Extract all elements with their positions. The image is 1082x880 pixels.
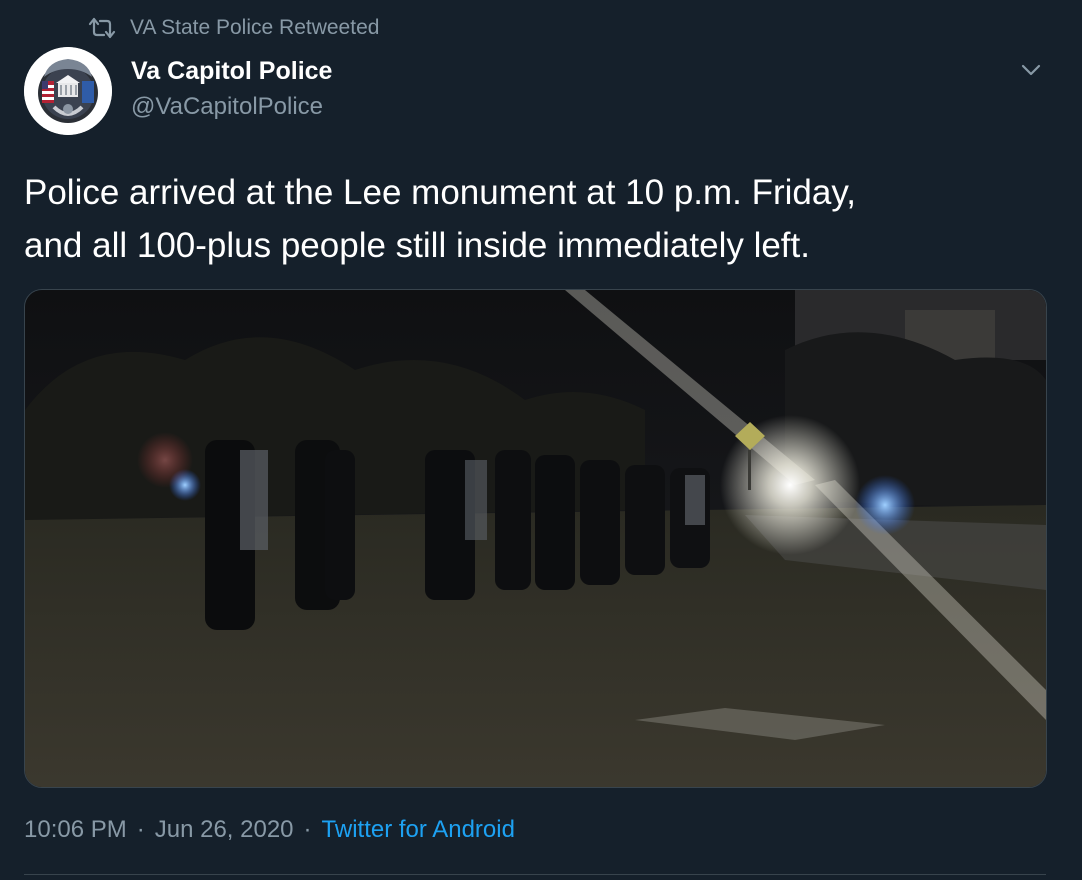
retweet-icon xyxy=(88,16,116,40)
tweet-source-link[interactable]: Twitter for Android xyxy=(322,816,515,844)
tweet-card: VA State Police Retweeted Va Capitol Pol… xyxy=(0,0,1082,880)
meta-separator: · xyxy=(136,816,145,843)
author-handle[interactable]: @VaCapitolPolice xyxy=(131,93,323,121)
author-name[interactable]: Va Capitol Police xyxy=(131,57,332,86)
tweet-text: Police arrived at the Lee monument at 10… xyxy=(24,173,856,265)
police-badge-icon xyxy=(24,47,112,135)
divider xyxy=(24,874,1046,875)
retweet-context[interactable]: VA State Police Retweeted xyxy=(88,14,379,42)
retweet-label: VA State Police Retweeted xyxy=(130,16,380,39)
chevron-down-icon xyxy=(1021,64,1041,76)
tweet-meta: 10:06 PM · Jun 26, 2020 · Twitter for An… xyxy=(24,813,515,847)
night-police-line-photo xyxy=(25,290,1046,787)
avatar[interactable] xyxy=(24,47,112,135)
tweet-menu-button[interactable] xyxy=(1016,58,1046,82)
tweet-date[interactable]: Jun 26, 2020 xyxy=(155,816,294,844)
tweet-photo[interactable] xyxy=(24,289,1047,788)
meta-separator: · xyxy=(303,816,312,843)
tweet-time[interactable]: 10:06 PM xyxy=(24,816,127,844)
